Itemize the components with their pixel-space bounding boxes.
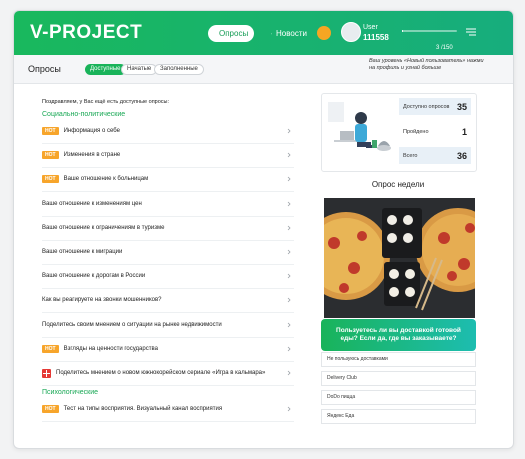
survey-title: Изменения в стране [63,152,121,159]
stat-available: Доступно опросов 35 [399,98,471,115]
filter-bar: Опросы Доступные Начатые Заполненные Ваш… [14,55,513,84]
greeting-text: Поздравляем, у Вас ещё есть доступные оп… [42,99,170,105]
avatar[interactable] [341,22,361,42]
hot-badge: HOT [42,151,59,160]
stat-total-value: 36 [456,150,467,161]
stat-available-value: 35 [456,101,467,112]
survey-row[interactable]: HOT Тест на типы восприятия. Визуальный к… [42,397,294,422]
survey-title: Поделитесь мнением о новом южнокорейском… [56,370,266,376]
filter-available[interactable]: Доступные [85,64,126,75]
poll-option[interactable]: Не пользуюсь доставками [321,352,476,367]
survey-row[interactable]: HOT Взгляды на ценности государства [42,337,294,362]
person-with-laptop-illustration [328,102,391,151]
survey-title: Взгляды на ценности государства [63,345,158,352]
gift-icon [42,368,51,378]
chevron-right-icon [287,406,291,412]
stats-card: Доступно опросов 35 Пройдено 1 Всего 36 [321,93,477,172]
section-psychological: Психологические [42,389,99,396]
chevron-right-icon [287,152,291,158]
survey-title: Ваше отношение к изменениям цен [42,200,142,207]
survey-row[interactable]: Поделитесь своим мнением о ситуации на р… [42,313,294,338]
news-icon [271,33,272,34]
chevron-right-icon [287,128,291,134]
chevron-right-icon [287,177,291,182]
nav-polls-label: Опросы [219,29,249,38]
chevron-right-icon [287,201,291,206]
survey-title: Как вы реагируете на звонки мошенников? [42,297,162,304]
pizza-food-image [324,198,475,318]
hot-badge: HOT [42,344,59,353]
stat-available-label: Доступно опросов [403,103,450,110]
poll-option[interactable]: DoDo пицца [321,390,476,405]
hot-badge: HOT [42,175,59,184]
hot-badge: HOT [42,405,59,413]
survey-row[interactable]: HOT Информация о себе [42,119,294,144]
stat-done: Пройдено 1 [399,123,471,140]
app-window: V-PROJECT Опросы Новости User 111558 3 /… [13,10,514,449]
survey-row[interactable]: Как вы реагируете на звонки мошенников? [42,288,294,314]
survey-row[interactable]: HOT Ваше отношение к больницам [42,167,294,193]
survey-title: Ваше отношение к ограничениям в туризме [42,224,165,231]
user-label: User [363,24,378,31]
chevron-right-icon [287,370,291,376]
nav-polls-button[interactable]: Опросы [208,25,254,42]
poll-of-week-title: Опрос недели [371,180,425,189]
chevron-right-icon [287,273,291,279]
level-progress-bar [402,30,457,32]
survey-title: Тест на типы восприятия. Визуальный кана… [63,406,223,412]
survey-row[interactable]: Ваше отношение к изменениям цен [42,192,294,217]
stat-total: Всего 36 [399,147,471,164]
survey-title: Информация о себе [63,128,120,134]
chevron-right-icon [287,225,291,231]
user-id: 111558 [363,33,389,42]
chevron-right-icon [287,298,291,303]
survey-row[interactable]: Ваше отношение к миграции [42,240,294,265]
level-progress-text: 3 /150 [436,45,453,51]
survey-title: Ваше отношение к дорогам в России [42,273,146,280]
survey-row[interactable]: Поделитесь мнением о новом южнокорейском… [42,361,294,386]
chevron-right-icon [287,322,291,327]
stat-done-value: 1 [461,126,467,137]
survey-row[interactable]: HOT Изменения в стране [42,143,294,169]
notifications-bell-icon[interactable] [317,26,331,40]
poll-option[interactable]: Яндекс Еда [321,409,476,424]
poll-question: Пользуетесь ли вы доставкой готовой еды?… [321,319,476,351]
survey-row[interactable]: Ваше отношение к ограничениям в туризме [42,216,294,241]
logo[interactable]: V-PROJECT [30,22,142,44]
stat-total-label: Всего [403,152,418,159]
chevron-right-icon [287,346,291,352]
hot-badge: HOT [42,127,59,135]
nav-news-button[interactable]: Новости [264,25,314,42]
section-social-political: Социально-политические [42,111,126,118]
nav-news-label: Новости [276,29,307,38]
poll-option[interactable]: Delivery Club [321,371,476,386]
page-title: Опросы [28,64,61,74]
top-header: V-PROJECT Опросы Новости User 111558 3 /… [14,11,513,55]
level-progress-fill [402,30,404,32]
survey-title: Ваше отношение к миграции [42,249,123,255]
survey-title: Ваше отношение к больницам [63,176,149,183]
filter-completed[interactable]: Заполненные [154,64,204,75]
chevron-right-icon [287,249,291,255]
filter-started[interactable]: Начатые [121,64,158,75]
stat-done-label: Пройдено [403,128,429,135]
survey-row[interactable]: Ваше отношение к дорогам в России [42,264,294,290]
survey-title: Поделитесь своим мнением о ситуации на р… [42,321,222,328]
hamburger-menu-icon[interactable] [466,28,476,36]
level-hint[interactable]: Ваш уровень «Новый пользователь» нажми н… [369,58,484,72]
